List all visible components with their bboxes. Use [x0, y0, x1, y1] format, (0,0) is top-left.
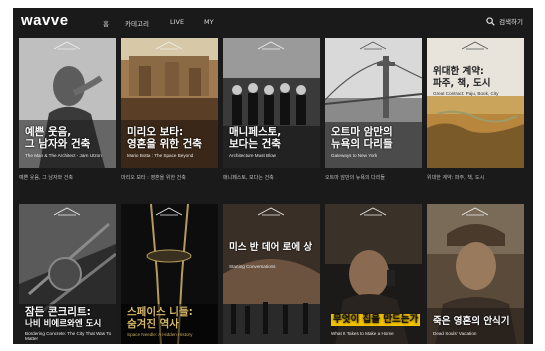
content-card[interactable]: 매니페스토, 보다는 건축 Architecture Must Blow 매니페… — [223, 38, 320, 188]
top-navigation-bar: wavve 홈 카테고리 LIVE MY 검색하기 — [13, 8, 533, 36]
nav-my[interactable]: MY — [204, 18, 214, 26]
poster-title-line2: 영혼을 위한 건축 — [127, 138, 202, 150]
emblem-icon — [53, 207, 81, 216]
app-screen: wavve 홈 카테고리 LIVE MY 검색하기 예쁜 웃음, 그 남자와 건… — [13, 8, 533, 344]
poster-subtitle: Starting Conversations — [229, 264, 276, 269]
poster-subtitle: Gateways to New York — [331, 153, 378, 158]
poster-title-line1: 스페이스 니들: — [127, 306, 193, 318]
poster-title-line1: 죽은 영혼의 안식기 — [433, 316, 510, 327]
search-button[interactable]: 검색하기 — [486, 16, 523, 26]
emblem-icon — [359, 207, 387, 216]
content-card[interactable]: 무엇이 집을 만드는가 What It Takes to Make a Home — [325, 204, 422, 344]
poster-subtitle: Mario Botta : The Space Beyond — [127, 153, 194, 158]
wavve-logo[interactable]: wavve — [21, 12, 69, 29]
poster-subtitle: Architecture Must Blow — [229, 153, 276, 158]
poster: 잠든 콘크리트: 나비 비에르와엔 도시 Bordering Concrete:… — [19, 204, 116, 344]
emblem-icon — [359, 41, 387, 50]
poster-title-line2: 뉴욕의 다리들 — [331, 138, 393, 150]
content-card[interactable]: 미스 반 데어 로에 상 Starting Conversations — [223, 204, 320, 344]
content-card[interactable]: 미리오 보타: 영혼을 위한 건축 Mario Botta : The Spac… — [121, 38, 218, 188]
poster-artwork — [427, 38, 524, 168]
content-card[interactable]: 예쁜 웃음, 그 남자와 건축 The Man & The Architect … — [19, 38, 116, 188]
card-caption: 마리오 보타 : 영혼을 위한 건축 — [121, 175, 186, 181]
card-caption: 예쁜 웃음, 그 남자와 건축 — [19, 175, 73, 181]
poster: 스페이스 니들: 숨겨진 역사 Space Needle: A Hidden H… — [121, 204, 218, 344]
poster-title-line1: 위대한 계약: — [433, 66, 484, 77]
poster-subtitle: What It Takes to Make a Home — [331, 331, 394, 336]
poster: 매니페스토, 보다는 건축 Architecture Must Blow — [223, 38, 320, 168]
poster: 무엇이 집을 만드는가 What It Takes to Make a Home — [325, 204, 422, 344]
emblem-icon — [461, 41, 489, 50]
nav-category[interactable]: 카테고리 — [125, 18, 149, 28]
content-card[interactable]: 위대한 계약: 파주, 책, 도시 Great Contract: Paju, … — [427, 38, 524, 188]
poster-title-line1: 오트마 암만의 — [331, 126, 393, 138]
emblem-icon — [53, 41, 81, 50]
poster-title-line1: 미스 반 데어 로에 상 — [229, 242, 313, 253]
card-caption: 매니페스토, 보다는 건축 — [223, 175, 274, 181]
poster-subtitle: Dead Souls' Vacation — [433, 331, 477, 336]
poster-title-line2: 그 남자와 건축 — [25, 138, 91, 150]
nav-live[interactable]: LIVE — [170, 18, 184, 26]
poster-title-line1: 예쁜 웃음, — [25, 126, 72, 138]
emblem-icon — [155, 207, 183, 216]
emblem-icon — [257, 41, 285, 50]
emblem-icon — [257, 207, 285, 216]
search-icon — [486, 16, 495, 26]
poster: 미리오 보타: 영혼을 위한 건축 Mario Botta : The Spac… — [121, 38, 218, 168]
poster-subtitle: Great Contract: Paju, Book, City — [433, 91, 499, 96]
poster: 위대한 계약: 파주, 책, 도시 Great Contract: Paju, … — [427, 38, 524, 168]
content-card[interactable]: 죽은 영혼의 안식기 Dead Souls' Vacation — [427, 204, 524, 344]
poster-artwork — [223, 204, 320, 344]
nav-home[interactable]: 홈 — [103, 18, 109, 28]
poster-title-line2: 보다는 건축 — [229, 138, 281, 150]
card-caption: 위대한 계약: 파주, 책, 도시 — [427, 175, 485, 181]
poster: 예쁜 웃음, 그 남자와 건축 The Man & The Architect … — [19, 38, 116, 168]
search-label: 검색하기 — [499, 18, 523, 26]
poster-title-line2: 숨겨진 역사 — [127, 318, 179, 330]
poster-title-line1: 미리오 보타: — [127, 126, 184, 138]
poster-subtitle: The Man & The Architect - Jarn Utzon — [25, 153, 102, 158]
emblem-icon — [461, 207, 489, 216]
poster-title-line2: 나비 비에르와엔 도시 — [25, 319, 102, 329]
content-card[interactable]: 스페이스 니들: 숨겨진 역사 Space Needle: A Hidden H… — [121, 204, 218, 344]
card-caption: 오트마 암만의 뉴욕의 다리들 — [325, 175, 385, 181]
poster: 오트마 암만의 뉴욕의 다리들 Gateways to New York — [325, 38, 422, 168]
content-card[interactable]: 잠든 콘크리트: 나비 비에르와엔 도시 Bordering Concrete:… — [19, 204, 116, 344]
poster-title-line1: 잠든 콘크리트: — [25, 306, 91, 318]
poster-subtitle: Bordering Concrete: The City That Was To… — [25, 331, 112, 341]
poster: 미스 반 데어 로에 상 Starting Conversations — [223, 204, 320, 344]
poster-title-line1: 무엇이 집을 만드는가 — [331, 314, 421, 326]
poster-title-line1: 매니페스토, — [229, 126, 282, 138]
emblem-icon — [155, 41, 183, 50]
poster-title-line2: 파주, 책, 도시 — [433, 78, 491, 89]
poster-subtitle: Space Needle: A Hidden History — [127, 332, 193, 337]
content-card[interactable]: 오트마 암만의 뉴욕의 다리들 Gateways to New York 오트마… — [325, 38, 422, 188]
poster: 죽은 영혼의 안식기 Dead Souls' Vacation — [427, 204, 524, 344]
